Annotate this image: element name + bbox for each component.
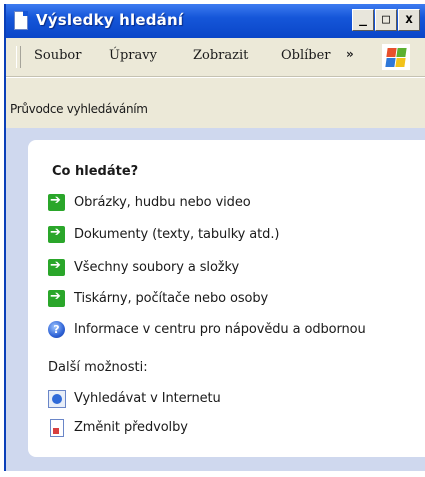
search-companion-bar: Průvodce vyhledáváním [6, 77, 425, 128]
option-label: Obrázky, hudbu nebo video [74, 195, 251, 210]
green-arrow-icon [48, 225, 65, 243]
option-label: Vyhledávat v Internetu [74, 391, 221, 406]
help-icon: ? [48, 321, 65, 338]
menu-upravy[interactable]: Úpravy [109, 48, 157, 63]
title-bar[interactable]: Výsledky hledání _ □ x [6, 4, 425, 38]
menu-zobrazit[interactable]: Zobrazit [193, 48, 248, 63]
folder-window-icon [14, 11, 28, 30]
minimize-button[interactable]: _ [352, 9, 374, 31]
green-arrow-icon [48, 258, 65, 276]
document-icon [50, 419, 64, 437]
option-label: Všechny soubory a složky [74, 260, 240, 275]
menu-overflow-chevron-icon[interactable]: » [346, 47, 354, 61]
search-companion-label: Průvodce vyhledáváním [10, 102, 148, 116]
panel-heading: Co hledáte? [52, 164, 139, 179]
more-options-heading: Další možnosti: [48, 360, 148, 375]
maximize-button[interactable]: □ [375, 9, 397, 31]
menu-oblibene[interactable]: Oblíber [281, 48, 331, 63]
option-label: Informace v centru pro nápovědu a odborn… [74, 322, 366, 337]
toolbar-grip[interactable] [16, 46, 21, 68]
menu-bar: Soubor Úpravy Zobrazit Oblíber » [6, 38, 425, 77]
green-arrow-icon [48, 193, 65, 211]
close-button[interactable]: x [398, 9, 420, 31]
option-label: Změnit předvolby [74, 420, 188, 435]
option-label: Dokumenty (texty, tabulky atd.) [74, 227, 280, 242]
windows-logo-icon [382, 44, 410, 70]
search-options-card: Co hledáte? Obrázky, hudbu nebo video Do… [28, 140, 425, 457]
green-arrow-icon [48, 289, 65, 307]
option-label: Tiskárny, počítače nebo osoby [74, 291, 269, 306]
window-title: Výsledky hledání [36, 11, 184, 29]
menu-soubor[interactable]: Soubor [34, 48, 81, 63]
globe-icon [48, 390, 66, 408]
